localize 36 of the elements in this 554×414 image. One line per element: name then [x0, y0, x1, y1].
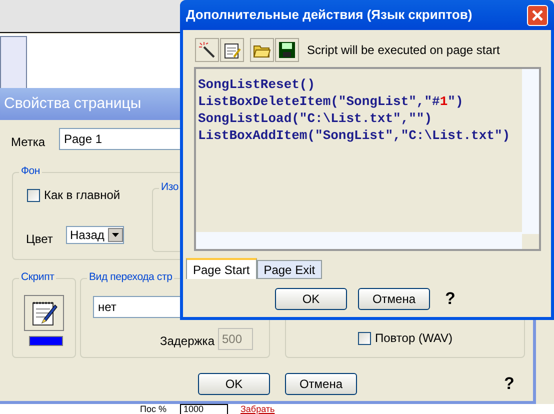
folder-icon[interactable]	[250, 38, 274, 62]
code-line: ListBoxDeleteItem("SongList","#1")	[198, 93, 464, 110]
tab[interactable]: Page Start	[186, 258, 257, 279]
dialog-button[interactable]: OK	[275, 288, 347, 310]
field-label: Задержка	[160, 333, 214, 350]
window-title: Свойства страницы	[4, 94, 142, 114]
save-icon[interactable]	[275, 38, 299, 62]
tab[interactable]: Page Exit	[256, 260, 322, 279]
field-label: Цвет	[26, 231, 53, 248]
script-editor-button[interactable]	[24, 295, 64, 331]
code-line: SongListReset()	[198, 76, 316, 93]
vertical-scrollbar[interactable]	[522, 69, 539, 234]
checkbox-label: Повтор (WAV)	[375, 330, 452, 347]
notepad-icon[interactable]	[220, 38, 244, 62]
toolbar-note: Script will be executed on page start	[307, 42, 500, 59]
code-line: SongListLoad("C:\List.txt","")	[198, 110, 434, 127]
help-icon[interactable]: ?	[504, 375, 514, 392]
color-dropdown[interactable]: Назад	[66, 226, 124, 244]
checkbox-label: Как в главной	[44, 187, 120, 204]
color-swatch	[29, 336, 63, 346]
strip-link[interactable]: Забрать	[240, 404, 275, 414]
field-label: Метка	[11, 134, 46, 151]
window-title: Дополнительные действия (Язык скриптов)	[186, 6, 474, 24]
strip-label: Пос %	[140, 404, 166, 414]
notepad-pen-icon	[30, 299, 58, 327]
checkbox[interactable]	[27, 188, 40, 202]
dialog-button[interactable]: Отмена	[285, 373, 357, 395]
magic-wand-icon[interactable]	[195, 38, 219, 62]
dialog-button[interactable]: OK	[198, 373, 270, 395]
close-icon[interactable]	[527, 4, 548, 26]
checkbox[interactable]	[358, 332, 371, 344]
help-icon[interactable]: ?	[445, 290, 456, 307]
dialog-button[interactable]: Отмена	[358, 288, 430, 310]
code-line: ListBoxAddItem("SongList","C:\List.txt")	[198, 127, 512, 144]
horizontal-scrollbar[interactable]	[196, 232, 522, 249]
code-editor[interactable]: SongListReset() ListBoxDeleteItem("SongList","#1") SongListLoad("C:\List.txt","") ListBoxAddItem("SongList","C:\List.txt")	[194, 67, 541, 251]
